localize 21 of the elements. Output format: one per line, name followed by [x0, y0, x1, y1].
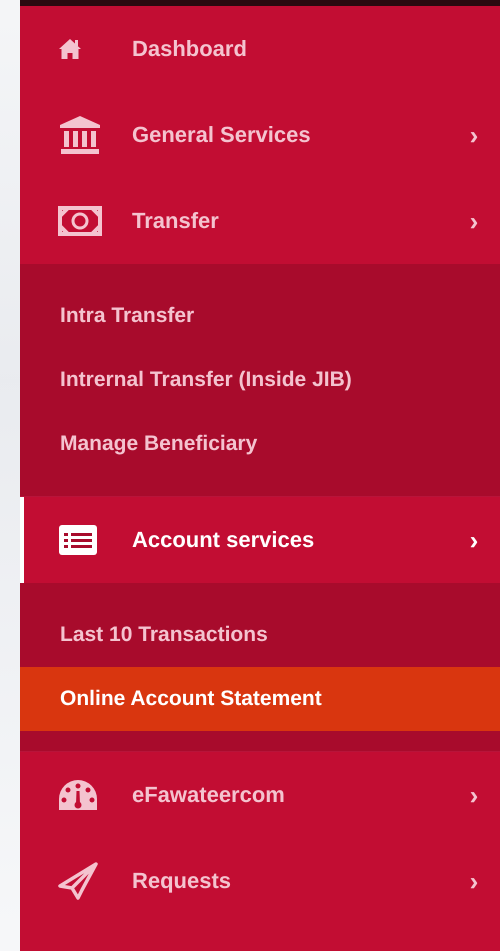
chevron-icon: › [464, 524, 484, 556]
menu-item[interactable]: General Services › [20, 92, 500, 178]
submenu-item[interactable]: Online Account Statement [20, 667, 500, 731]
chevron-icon: › [464, 780, 484, 810]
bank-icon [58, 115, 102, 155]
menu-item[interactable]: Requests › [20, 838, 500, 924]
menu-item[interactable]: Dashboard [20, 6, 500, 92]
chevron-icon: › [464, 120, 484, 150]
gauge-icon [58, 779, 98, 811]
chevron-icon: › [464, 206, 484, 236]
paper-plane-icon [58, 862, 98, 900]
list-icon [58, 524, 98, 556]
chevron-icon: › [464, 866, 484, 896]
banknote-icon [58, 206, 102, 236]
home-icon [58, 38, 82, 60]
menu-item[interactable]: Transfer › [20, 178, 500, 264]
submenu-item[interactable]: Intrernal Transfer (Inside JIB) [20, 348, 500, 412]
submenu-item[interactable]: Manage Beneficiary [20, 412, 500, 476]
submenu-item[interactable]: Intra Transfer [20, 284, 500, 348]
menu-item[interactable]: eFawateercom › [20, 752, 500, 838]
submenu-item[interactable]: Last 10 Transactions [20, 603, 500, 667]
